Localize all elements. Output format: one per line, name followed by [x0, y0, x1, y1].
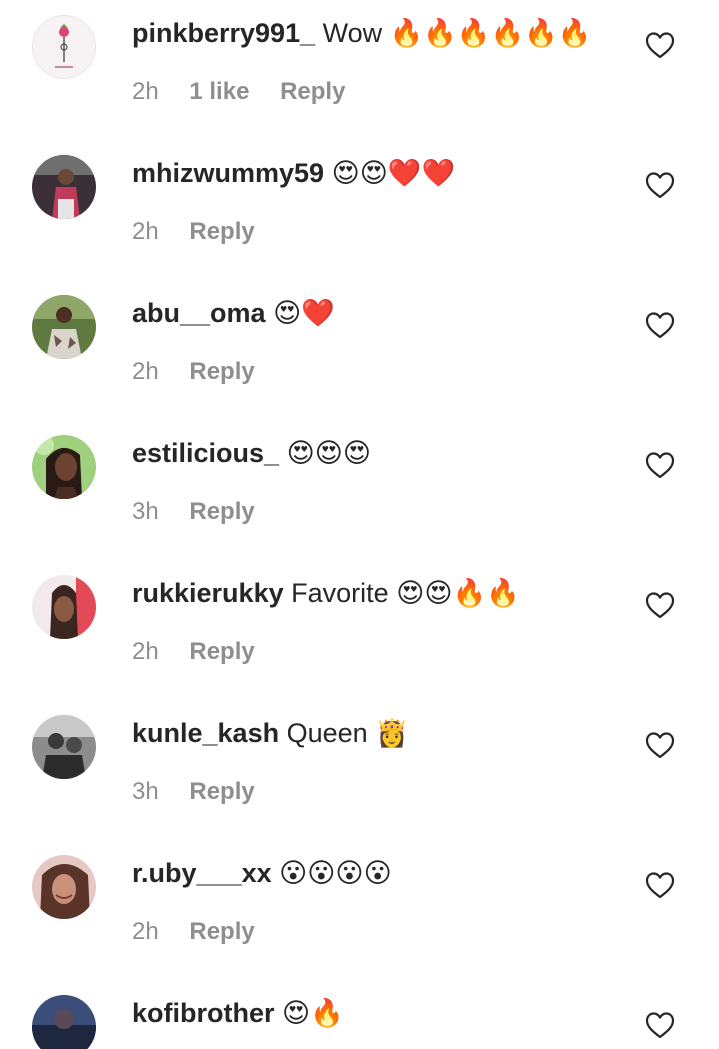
comment-emoji: 😍😍🔥🔥	[396, 578, 520, 609]
comment-meta: 2h Reply	[132, 354, 279, 390]
comment-line: kunle_kash Queen 👸	[132, 713, 632, 753]
reply-button[interactable]: Reply	[280, 78, 345, 105]
reply-button[interactable]: Reply	[189, 638, 254, 665]
comment-meta: 2h 1 like Reply	[132, 74, 369, 110]
avatar-image	[32, 715, 96, 779]
comment-emoji: 👸	[375, 718, 409, 749]
comment-item: kofibrother 😍🔥	[0, 980, 719, 1049]
avatar-image	[32, 155, 96, 219]
avatar-image	[32, 855, 96, 919]
timestamp: 3h	[132, 498, 159, 525]
username[interactable]: kunle_kash	[132, 718, 279, 748]
like-count[interactable]: 1 like	[189, 78, 249, 105]
heart-outline-icon[interactable]	[644, 870, 676, 900]
timestamp: 2h	[132, 638, 159, 665]
timestamp: 3h	[132, 778, 159, 805]
comment-item: r.uby___xx 😮😮😮😮 2h Reply	[0, 840, 719, 980]
comment-item: abu__oma 😍❤️ 2h Reply	[0, 280, 719, 420]
timestamp: 2h	[132, 218, 159, 245]
comment-emoji: 😍😍❤️❤️	[331, 158, 456, 189]
avatar-image	[32, 995, 96, 1049]
comment-list: pinkberry991_ Wow 🔥🔥🔥🔥🔥🔥 2h 1 like Reply	[0, 0, 719, 1049]
reply-button[interactable]: Reply	[189, 218, 254, 245]
reply-button[interactable]: Reply	[189, 498, 254, 525]
comment-emoji: 😍🔥	[282, 998, 344, 1029]
heart-outline-icon[interactable]	[644, 590, 676, 620]
reply-button[interactable]: Reply	[189, 778, 254, 805]
avatar[interactable]	[32, 155, 96, 219]
comment-emoji: 😍❤️	[273, 298, 335, 329]
reply-button[interactable]: Reply	[189, 918, 254, 945]
username[interactable]: abu__oma	[132, 298, 266, 328]
comment-meta: 2h Reply	[132, 914, 279, 950]
heart-outline-icon[interactable]	[644, 30, 676, 60]
comment-item: kunle_kash Queen 👸 3h Reply	[0, 700, 719, 840]
avatar[interactable]	[32, 295, 96, 359]
avatar[interactable]	[32, 15, 96, 79]
comment-item: mhizwummy59 😍😍❤️❤️ 2h Reply	[0, 140, 719, 280]
username[interactable]: estilicious_	[132, 438, 279, 468]
comment-item: pinkberry991_ Wow 🔥🔥🔥🔥🔥🔥 2h 1 like Reply	[0, 0, 719, 140]
comment-line: rukkierukky Favorite 😍😍🔥🔥	[132, 573, 632, 613]
comment-line: abu__oma 😍❤️	[132, 293, 632, 333]
comment-emoji: 🔥🔥🔥🔥🔥🔥	[389, 18, 592, 49]
comment-text: Queen	[286, 718, 368, 748]
heart-outline-icon[interactable]	[644, 450, 676, 480]
timestamp: 2h	[132, 78, 159, 105]
avatar-image	[32, 575, 96, 639]
comment-item: estilicious_ 😍😍😍 3h Reply	[0, 420, 719, 560]
username[interactable]: mhizwummy59	[132, 158, 324, 188]
username[interactable]: r.uby___xx	[132, 858, 272, 888]
username[interactable]: kofibrother	[132, 998, 275, 1028]
heart-outline-icon[interactable]	[644, 170, 676, 200]
comment-emoji: 😮😮😮😮	[279, 858, 392, 889]
avatar[interactable]	[32, 435, 96, 499]
avatar[interactable]	[32, 855, 96, 919]
comment-line: estilicious_ 😍😍😍	[132, 433, 632, 473]
comment-meta: 3h Reply	[132, 774, 279, 810]
heart-outline-icon[interactable]	[644, 1010, 676, 1040]
avatar-image	[33, 16, 95, 78]
username[interactable]: rukkierukky	[132, 578, 284, 608]
timestamp: 2h	[132, 918, 159, 945]
reply-button[interactable]: Reply	[189, 358, 254, 385]
heart-outline-icon[interactable]	[644, 310, 676, 340]
avatar[interactable]	[32, 715, 96, 779]
comment-text: Favorite	[291, 578, 389, 608]
comment-item: rukkierukky Favorite 😍😍🔥🔥 2h Reply	[0, 560, 719, 700]
comment-meta: 2h Reply	[132, 634, 279, 670]
avatar[interactable]	[32, 995, 96, 1049]
comment-line: pinkberry991_ Wow 🔥🔥🔥🔥🔥🔥	[132, 13, 632, 53]
avatar-image	[32, 295, 96, 359]
comment-text: Wow	[322, 18, 383, 48]
comment-emoji: 😍😍😍	[286, 438, 372, 469]
comment-meta: 3h Reply	[132, 494, 279, 530]
avatar-image	[32, 435, 96, 499]
comment-meta: 2h Reply	[132, 214, 279, 250]
timestamp: 2h	[132, 358, 159, 385]
comment-line: mhizwummy59 😍😍❤️❤️	[132, 153, 632, 193]
comment-line: kofibrother 😍🔥	[132, 993, 632, 1033]
avatar[interactable]	[32, 575, 96, 639]
comment-line: r.uby___xx 😮😮😮😮	[132, 853, 632, 893]
username[interactable]: pinkberry991_	[132, 18, 315, 48]
heart-outline-icon[interactable]	[644, 730, 676, 760]
